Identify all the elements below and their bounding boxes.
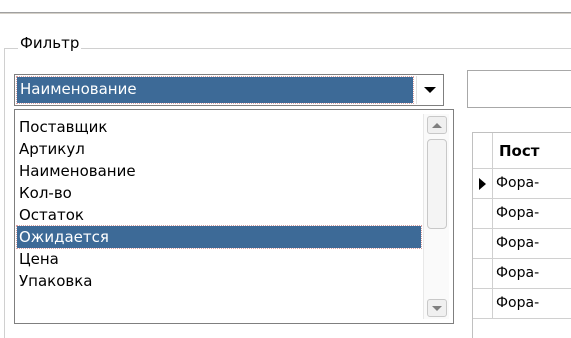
row-indicator: [473, 229, 493, 258]
table-cell[interactable]: Фора-: [493, 289, 539, 318]
chevron-down-icon: [423, 87, 436, 93]
dropdown-option[interactable]: Кол-во: [17, 182, 421, 204]
row-indicator: [473, 199, 493, 228]
dropdown-option[interactable]: Остаток: [17, 204, 421, 226]
dropdown-option[interactable]: Поставщик: [17, 116, 421, 138]
table-cell[interactable]: Фора-: [493, 229, 539, 258]
arrow-down-icon: [432, 305, 442, 311]
dropdown-options: Поставщик Артикул Наименование Кол-во Остато…: [16, 116, 422, 292]
dropdown-option[interactable]: Упаковка: [17, 270, 421, 292]
data-grid[interactable]: Пост Фора- Фора- Фора- Фора- Фора-: [472, 132, 571, 338]
top-divider: [0, 12, 571, 15]
table-row[interactable]: Фора-: [473, 199, 571, 229]
filter-field-dropdown-list[interactable]: Поставщик Артикул Наименование Кол-во Остато…: [14, 109, 454, 324]
filter-group-label: Фильтр: [18, 34, 82, 52]
current-row-arrow-icon: [479, 177, 486, 190]
table-row[interactable]: Фора-: [473, 229, 571, 259]
table-cell[interactable]: Фора-: [493, 199, 539, 228]
arrow-up-icon: [432, 122, 442, 128]
dropdown-option[interactable]: Ожидается: [16, 225, 422, 249]
filter-field-value: Наименование: [16, 76, 414, 104]
table-row[interactable]: Фора-: [473, 259, 571, 289]
row-indicator: [473, 169, 493, 198]
combobox-dropdown-button[interactable]: [416, 76, 442, 104]
dropdown-option[interactable]: Цена: [17, 248, 421, 270]
filter-search-input[interactable]: [467, 70, 571, 108]
scroll-up-button[interactable]: [427, 116, 447, 134]
filter-field-combobox[interactable]: Наименование: [14, 74, 444, 106]
dropdown-option[interactable]: Наименование: [17, 160, 421, 182]
row-indicator: [473, 289, 493, 318]
table-cell[interactable]: Фора-: [493, 259, 539, 288]
table-row[interactable]: Фора-: [473, 289, 571, 319]
row-indicator: [473, 259, 493, 288]
grid-indicator-header: [473, 133, 493, 169]
grid-header: Пост: [473, 133, 571, 169]
dropdown-scrollbar[interactable]: [423, 114, 449, 319]
table-row[interactable]: Фора-: [473, 169, 571, 199]
table-cell[interactable]: Фора-: [493, 169, 539, 198]
scroll-down-button[interactable]: [427, 299, 447, 317]
grid-column-header[interactable]: Пост: [493, 133, 539, 168]
dropdown-option[interactable]: Артикул: [17, 138, 421, 160]
scrollbar-thumb[interactable]: [427, 139, 447, 229]
